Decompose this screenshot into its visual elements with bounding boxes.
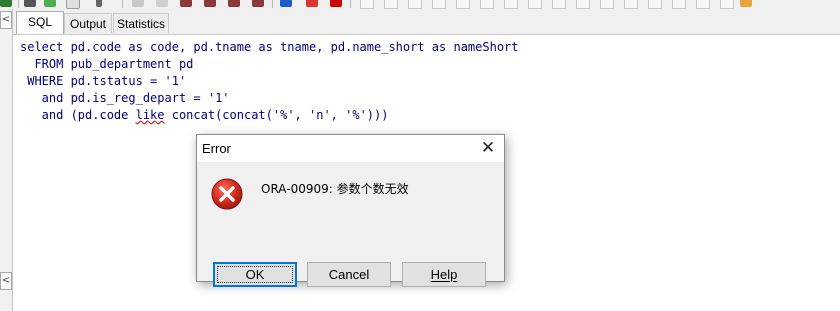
sql-line: select pd.code as code, pd.tname as tnam… [20,40,519,54]
toolbar-button-icon[interactable] [552,0,566,9]
spellcheck-underline: like [135,108,165,122]
toolbar-button-disabled-icon[interactable] [132,0,144,7]
help-button-label: Help [430,267,458,282]
toolbar-separator [18,0,19,8]
toolbar-button-red-icon[interactable] [252,0,264,7]
sql-line: and (pd.code like concat(concat('%', 'n'… [20,107,519,124]
sql-line: FROM pub_department pd [20,57,194,71]
toolbar-button-disabled-icon[interactable] [156,0,168,7]
ok-button[interactable]: OK [213,262,297,287]
sql-line: and pd.is_reg_depart = '1' [20,91,230,105]
tab-statistics[interactable]: Statistics [113,13,169,33]
dialog-titlebar[interactable]: Error ✕ [197,135,504,162]
toolbar-button-cross-icon[interactable] [24,0,36,7]
toolbar-separator [350,0,351,8]
toolbar-button-icon[interactable] [600,0,614,9]
toolbar-button-icon[interactable] [576,0,590,9]
toolbar-button-check-icon[interactable] [44,0,56,7]
toolbar-button-icon[interactable] [720,0,734,9]
close-icon[interactable]: ✕ [479,139,497,157]
tab-output[interactable]: Output [64,13,112,33]
toolbar-button-red-icon[interactable] [228,0,240,7]
toolbar-button-icon[interactable] [696,0,710,9]
toolbar-button-arrow-icon[interactable] [306,0,318,7]
toolbar-button-green-icon[interactable] [0,0,12,7]
toolbar-button-icon[interactable] [432,0,446,9]
toolbar-button-pen-icon[interactable] [96,0,102,7]
toolbar-separator [122,0,123,8]
tab-sql[interactable]: SQL [16,11,64,34]
ok-button-label: OK [217,266,293,283]
toolbar-button-icon[interactable] [384,0,398,9]
toolbar-button-arrow-icon[interactable] [280,0,292,7]
sql-line: WHERE pd.tstatus = '1' [20,74,187,88]
toolbar-button-icon[interactable] [528,0,542,9]
toolbar-button-red-icon[interactable] [204,0,216,7]
error-dialog: Error ✕ ORA-00909: 参数个数无效 OK Cancel Help [196,134,505,287]
help-button[interactable]: Help [402,262,486,287]
toolbar-button-red-icon[interactable] [180,0,192,7]
toolbar-button-icon[interactable] [672,0,686,9]
dialog-body: ORA-00909: 参数个数无效 OK Cancel Help [197,162,504,287]
toolbar-button-icon[interactable] [360,0,374,9]
error-message: ORA-00909: 参数个数无效 [261,182,409,196]
toolbar-button-icon[interactable] [408,0,422,9]
toolbar-separator [272,0,273,8]
toolbar-button-icon[interactable] [648,0,662,9]
sql-text[interactable]: select pd.code as code, pd.tname as tnam… [20,39,519,124]
toolbar-button-icon[interactable] [504,0,518,9]
toolbar-button-copy-icon[interactable] [66,0,80,9]
sql-line-segment: and (pd.code [20,108,136,122]
editor-tabs: SQL Output Statistics [13,9,840,35]
toolbar-button-icon[interactable] [624,0,638,9]
collapse-arrow-icon[interactable]: < [0,11,12,29]
cancel-button[interactable]: Cancel [307,262,391,287]
error-icon [211,178,243,210]
sql-line-segment: concat(concat('%', 'n', '%'))) [164,108,389,122]
left-gutter: < < [0,9,13,311]
toolbar-button-icon[interactable] [456,0,470,9]
toolbar-button-stop-icon[interactable] [330,0,342,7]
toolbar-button-orange-icon[interactable] [740,0,752,7]
toolbar-button-icon[interactable] [480,0,494,9]
dialog-title: Error [202,141,231,156]
collapse-arrow-icon[interactable]: < [0,272,12,290]
